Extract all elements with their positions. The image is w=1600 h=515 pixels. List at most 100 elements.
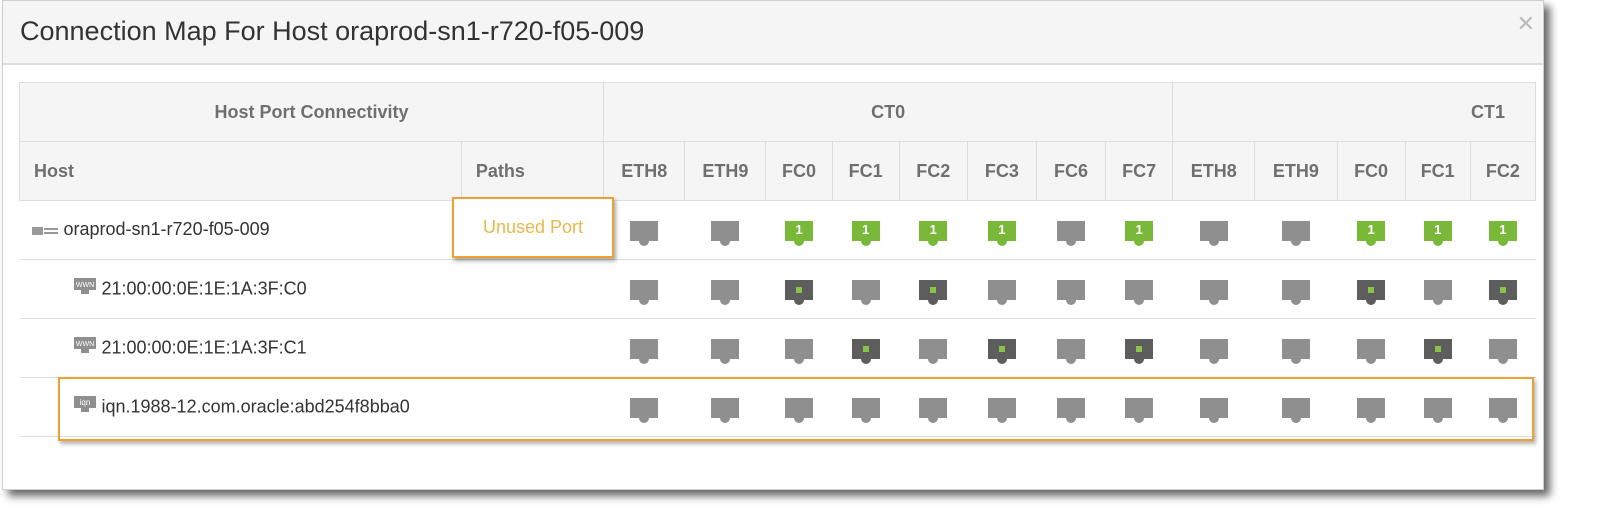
port-used-icon[interactable]: 1 xyxy=(785,220,813,246)
dialog-header: Connection Map For Host oraprod-sn1-r720… xyxy=(3,1,1543,65)
column-header-ct1-eth8[interactable]: ETH8 xyxy=(1172,141,1256,201)
port-cell-ct0-eth9 xyxy=(684,200,766,260)
port-unused-icon[interactable] xyxy=(1281,338,1310,364)
port-used-icon[interactable]: 1 xyxy=(1125,220,1154,246)
port-used-icon[interactable]: 1 xyxy=(851,220,880,246)
port-cell-ct1-fc1: 1 xyxy=(1405,200,1471,260)
port-conn-icon[interactable] xyxy=(987,338,1016,364)
port-cell-ct0-eth8 xyxy=(603,200,685,260)
port-unused-icon[interactable] xyxy=(987,279,1016,305)
column-header-host[interactable]: Host xyxy=(19,141,462,201)
column-header-ct0-eth9[interactable]: ETH9 xyxy=(684,141,767,201)
host-name: oraprod-sn1-r720-f05-009 xyxy=(63,219,270,240)
port-used-icon[interactable]: 1 xyxy=(987,220,1016,246)
port-cell-ct0-fc1 xyxy=(832,318,900,378)
port-cell-ct1-fc0 xyxy=(1337,318,1406,378)
port-unused-icon[interactable] xyxy=(1357,338,1386,364)
port-cell-ct1-eth8 xyxy=(1172,200,1255,260)
port-unused-icon[interactable] xyxy=(630,279,659,305)
port-unused-icon[interactable] xyxy=(1199,220,1228,246)
port-unused-icon[interactable] xyxy=(1488,338,1517,364)
port-cell-ct1-fc1 xyxy=(1405,259,1471,319)
port-cell-ct0-fc2 xyxy=(899,259,968,319)
port-unused-icon[interactable] xyxy=(785,338,813,364)
wwn-icon: WWN xyxy=(73,336,96,360)
host-name-cell: WWN 21:00:00:0E:1E:1A:3F:C0 xyxy=(19,259,462,319)
port-conn-icon[interactable] xyxy=(851,338,880,364)
host-name: 21:00:00:0E:1E:1A:3F:C1 xyxy=(101,336,307,357)
host-name: 21:00:00:0E:1E:1A:3F:C0 xyxy=(101,277,307,298)
column-header-ct1-fc1[interactable]: FC1 xyxy=(1404,141,1471,201)
port-cell-ct0-fc6 xyxy=(1036,318,1106,378)
port-conn-icon[interactable] xyxy=(1125,338,1154,364)
column-header-ct0-fc2[interactable]: FC2 xyxy=(898,141,968,201)
port-unused-icon[interactable] xyxy=(711,279,740,305)
port-used-icon[interactable]: 1 xyxy=(919,220,948,246)
port-conn-icon[interactable] xyxy=(1488,279,1517,305)
port-unused-icon[interactable] xyxy=(711,220,740,246)
port-unused-icon[interactable] xyxy=(1125,279,1154,305)
iqn-row-highlight xyxy=(58,377,1534,441)
port-used-icon[interactable]: 1 xyxy=(1488,220,1517,246)
column-header-ct0-fc0[interactable]: FC0 xyxy=(765,141,833,201)
column-header-ct0-fc6[interactable]: FC6 xyxy=(1035,141,1107,201)
port-cell-ct0-fc2: 1 xyxy=(899,200,968,260)
port-cell-ct0-eth8 xyxy=(603,259,685,319)
port-unused-icon[interactable] xyxy=(630,338,659,364)
port-unused-icon[interactable] xyxy=(919,338,948,364)
column-header-ct0-fc7[interactable]: FC7 xyxy=(1105,141,1174,201)
group-header-ct1: CT1 xyxy=(1172,82,1536,142)
port-cell-ct0-fc2 xyxy=(899,318,968,378)
paths-cell xyxy=(461,318,604,378)
table-row[interactable]: WWN 21:00:00:0E:1E:1A:3F:C1 xyxy=(19,318,1536,378)
column-header-ct1-fc2[interactable]: FC2 xyxy=(1469,141,1537,201)
port-cell-ct0-fc3 xyxy=(967,259,1037,319)
port-unused-icon[interactable] xyxy=(630,220,659,246)
port-unused-icon[interactable] xyxy=(1057,279,1085,305)
svg-text:WWN: WWN xyxy=(75,341,93,348)
group-header-ct0: CT0 xyxy=(603,82,1174,142)
close-icon[interactable]: ✕ xyxy=(1517,11,1535,37)
port-unused-icon[interactable] xyxy=(1199,279,1228,305)
port-conn-icon[interactable] xyxy=(919,279,948,305)
port-cell-ct0-fc0 xyxy=(765,259,833,319)
port-cell-ct0-fc1 xyxy=(832,259,900,319)
column-header-paths[interactable]: Paths xyxy=(460,141,605,201)
column-header-ct0-fc3[interactable]: FC3 xyxy=(966,141,1037,201)
column-header-ct1-eth9[interactable]: ETH9 xyxy=(1254,141,1338,201)
host-name-cell: WWN 21:00:00:0E:1E:1A:3F:C1 xyxy=(19,318,462,378)
port-cell-ct0-fc1: 1 xyxy=(832,200,900,260)
port-cell-ct0-fc3 xyxy=(967,318,1037,378)
port-unused-icon[interactable] xyxy=(1057,220,1085,246)
dialog-title: Connection Map For Host oraprod-sn1-r720… xyxy=(20,16,645,46)
paths-cell xyxy=(461,259,604,319)
port-cell-ct0-fc7: 1 xyxy=(1105,200,1173,260)
unused-port-callout: Unused Port xyxy=(452,197,614,258)
port-unused-icon[interactable] xyxy=(1281,279,1310,305)
port-unused-icon[interactable] xyxy=(851,279,880,305)
port-unused-icon[interactable] xyxy=(1281,220,1310,246)
port-conn-icon[interactable] xyxy=(785,279,813,305)
port-cell-ct0-fc6 xyxy=(1036,200,1106,260)
port-cell-ct0-eth8 xyxy=(603,318,685,378)
port-unused-icon[interactable] xyxy=(1057,338,1085,364)
port-unused-icon[interactable] xyxy=(711,338,740,364)
port-used-icon[interactable]: 1 xyxy=(1357,220,1386,246)
port-unused-icon[interactable] xyxy=(1199,338,1228,364)
port-cell-ct0-fc0 xyxy=(765,318,833,378)
host-icon xyxy=(31,220,58,241)
port-cell-ct1-eth9 xyxy=(1254,200,1338,260)
wwn-icon: WWN xyxy=(73,277,96,301)
port-used-icon[interactable]: 1 xyxy=(1423,220,1452,246)
host-name-cell: oraprod-sn1-r720-f05-009 xyxy=(19,200,462,260)
column-header-ct0-fc1[interactable]: FC1 xyxy=(831,141,900,201)
port-cell-ct1-fc0: 1 xyxy=(1337,200,1406,260)
table-row[interactable]: oraprod-sn1-r720-f05-009 1 1 1 1 1 1 1 1 xyxy=(19,200,1536,260)
column-header-ct0-eth8[interactable]: ETH8 xyxy=(603,141,686,201)
port-cell-ct1-eth8 xyxy=(1172,259,1255,319)
port-conn-icon[interactable] xyxy=(1357,279,1386,305)
port-conn-icon[interactable] xyxy=(1423,338,1452,364)
column-header-ct1-fc0[interactable]: FC0 xyxy=(1336,141,1406,201)
port-unused-icon[interactable] xyxy=(1423,279,1452,305)
table-row[interactable]: WWN 21:00:00:0E:1E:1A:3F:C0 xyxy=(19,259,1536,319)
